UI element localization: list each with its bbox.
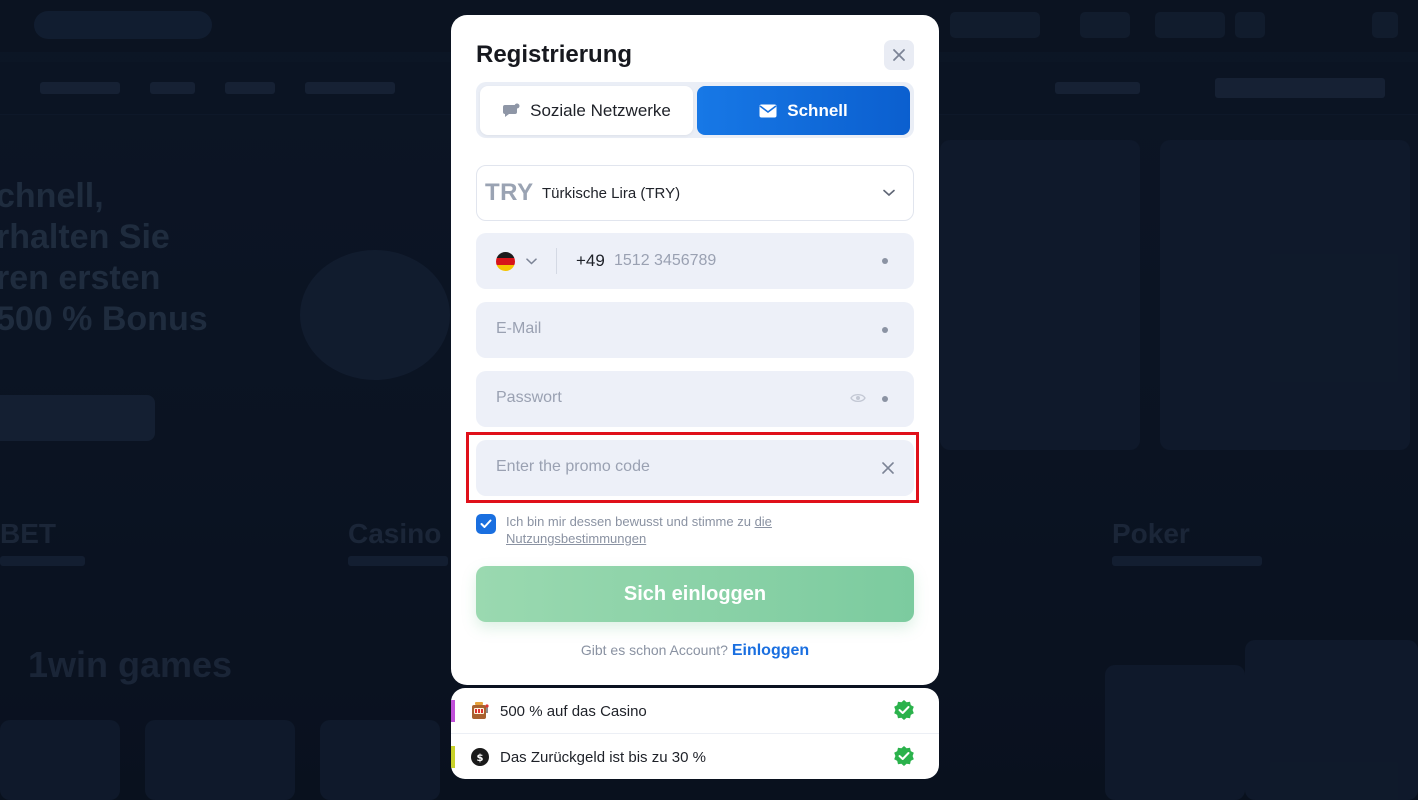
tab-social-label: Soziale Netzwerke — [530, 100, 671, 120]
bonus-panel: 500 % auf das Casino $ Das Zurückgeld is… — [451, 688, 939, 779]
tab-fast[interactable]: Schnell — [697, 86, 910, 135]
bonus-accent-bar — [451, 746, 455, 768]
phone-field[interactable]: +49 1512 3456789 — [476, 233, 914, 289]
close-icon — [893, 49, 905, 61]
promo-highlight-box — [466, 432, 919, 503]
phone-dial-code: +49 — [576, 251, 605, 270]
chat-bubble-icon — [503, 103, 520, 117]
bonus-accent-bar — [451, 700, 455, 722]
check-icon — [480, 519, 492, 528]
currency-code: TRY — [485, 179, 534, 206]
email-input[interactable]: E-Mail — [496, 320, 541, 338]
bonus-item: 500 % auf das Casino — [451, 688, 939, 733]
required-dot — [882, 396, 888, 402]
submit-button[interactable]: Sich einloggen — [476, 566, 914, 622]
bonus-text: 500 % auf das Casino — [500, 703, 647, 720]
phone-separator — [556, 248, 557, 274]
login-prompt-row: Gibt es schon Account? Einloggen — [451, 642, 939, 660]
svg-text:$: $ — [477, 753, 484, 764]
verified-check-icon — [894, 746, 914, 766]
bonus-text: Das Zurückgeld ist bis zu 30 % — [500, 749, 706, 766]
password-input[interactable]: Passwort — [496, 389, 562, 407]
email-field[interactable]: E-Mail — [476, 302, 914, 358]
terms-text-main: Ich bin mir dessen bewusst und stimme zu — [506, 514, 751, 529]
login-prompt: Gibt es schon Account? — [580, 642, 728, 658]
tab-social-networks[interactable]: Soziale Netzwerke — [480, 86, 693, 135]
terms-text: Ich bin mir dessen bewusst und stimme zu… — [506, 513, 846, 547]
slot-machine-icon — [469, 700, 491, 722]
password-field[interactable]: Passwort — [476, 371, 914, 427]
registration-tabs: Soziale Netzwerke Schnell — [476, 82, 914, 138]
modal-title: Registrierung — [476, 41, 633, 68]
currency-name: Türkische Lira (TRY) — [542, 185, 681, 202]
required-dot — [882, 258, 888, 264]
required-dot — [882, 327, 888, 333]
envelope-icon — [759, 104, 777, 117]
cashback-icon: $ — [469, 746, 491, 768]
chevron-down-icon[interactable] — [526, 258, 537, 265]
germany-flag-icon[interactable] — [496, 252, 515, 271]
currency-select[interactable]: TRY Türkische Lira (TRY) — [476, 165, 914, 221]
registration-modal: Registrierung Soziale Netzwerke Schnell … — [451, 15, 939, 685]
terms-checkbox[interactable] — [476, 514, 496, 534]
chevron-down-icon — [883, 189, 895, 197]
verified-check-icon — [894, 700, 914, 720]
tab-fast-label: Schnell — [787, 100, 848, 120]
bonus-item: $ Das Zurückgeld ist bis zu 30 % — [451, 733, 939, 779]
close-button[interactable] — [884, 40, 914, 70]
phone-input[interactable]: 1512 3456789 — [614, 252, 716, 270]
login-link[interactable]: Einloggen — [732, 642, 809, 659]
eye-icon[interactable] — [850, 392, 866, 404]
